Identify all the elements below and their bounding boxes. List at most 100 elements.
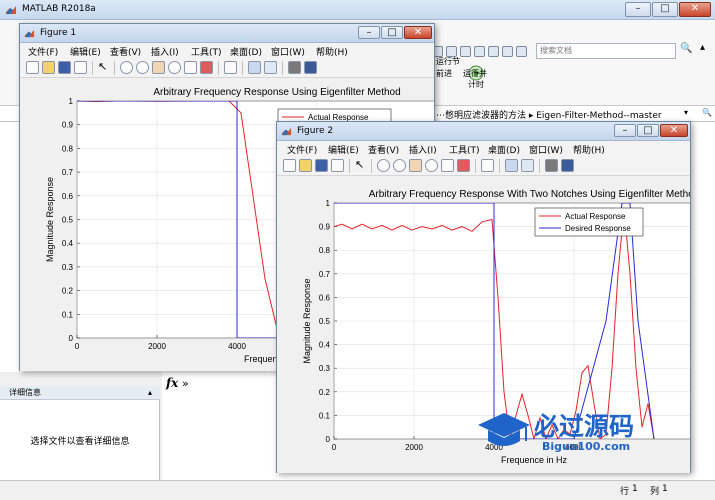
- show-plot-tools-icon[interactable]: [304, 61, 317, 74]
- figure-logo-icon: [24, 29, 35, 38]
- legend-label: Actual Response: [565, 212, 626, 221]
- row-label: 行: [620, 487, 630, 497]
- menu-insert[interactable]: 插入(I): [151, 45, 179, 58]
- brush-icon[interactable]: [457, 159, 470, 172]
- maximize-button[interactable]: □: [652, 2, 678, 17]
- toolbar-separator: [242, 61, 243, 75]
- matlab-titlebar[interactable]: MATLAB R2018a – □ ✕: [0, 0, 715, 20]
- close-button[interactable]: ✕: [679, 2, 711, 17]
- open-file-icon[interactable]: [42, 61, 55, 74]
- chart-title: Arbitrary Frequency Response Using Eigen…: [153, 87, 400, 98]
- pointer-icon[interactable]: ↖: [355, 159, 368, 172]
- fx-icon[interactable]: fx: [166, 376, 178, 390]
- zoom-out-icon[interactable]: [136, 61, 149, 74]
- figure-2-minimize-button[interactable]: –: [614, 124, 636, 137]
- menu-view[interactable]: 查看(V): [110, 45, 141, 58]
- y-tick-label: 0.5: [319, 317, 331, 326]
- menu-window[interactable]: 窗口(W): [271, 45, 305, 58]
- zoom-out-icon[interactable]: [393, 159, 406, 172]
- pan-icon[interactable]: [409, 159, 422, 172]
- new-figure-icon[interactable]: [26, 61, 39, 74]
- y-tick-label: 0.8: [62, 144, 74, 153]
- brush-icon[interactable]: [200, 61, 213, 74]
- path-dropdown-icon[interactable]: ▾: [684, 108, 688, 117]
- menu-edit[interactable]: 编辑(E): [328, 143, 359, 156]
- browse-folder-icon[interactable]: 🔍: [702, 108, 712, 117]
- data-cursor-icon[interactable]: [441, 159, 454, 172]
- save-figure-icon[interactable]: [315, 159, 328, 172]
- search-icon[interactable]: 🔍: [680, 43, 692, 54]
- graduation-cap-icon: [478, 413, 530, 446]
- rotate-3d-icon[interactable]: [168, 61, 181, 74]
- figure-2-maximize-button[interactable]: □: [637, 124, 659, 137]
- hide-plot-tools-icon[interactable]: [545, 159, 558, 172]
- y-tick-label: 0.2: [319, 388, 331, 397]
- colorbar-icon[interactable]: [505, 159, 518, 172]
- paste-icon[interactable]: [474, 46, 485, 57]
- menu-window[interactable]: 窗口(W): [529, 143, 563, 156]
- y-tick-label: 0.9: [62, 121, 74, 130]
- figure-2-titlebar[interactable]: Figure 2 – □ ✕: [277, 122, 690, 141]
- pointer-icon[interactable]: ↖: [98, 61, 111, 74]
- matlab-title: MATLAB R2018a: [22, 4, 96, 14]
- link-plot-icon[interactable]: [224, 61, 237, 74]
- open-file-icon[interactable]: [299, 159, 312, 172]
- redo-icon[interactable]: [502, 46, 513, 57]
- details-panel-header[interactable]: 详细信息 ▴: [0, 386, 160, 400]
- y-tick-label: 0.9: [319, 223, 331, 232]
- figure-1-minimize-button[interactable]: –: [358, 26, 380, 39]
- help-icon[interactable]: [516, 46, 527, 57]
- run-section-label[interactable]: 运行节: [436, 56, 460, 67]
- toolbar-separator: [371, 159, 372, 173]
- print-icon[interactable]: [331, 159, 344, 172]
- menu-file[interactable]: 文件(F): [287, 143, 317, 156]
- figure-1-maximize-button[interactable]: □: [381, 26, 403, 39]
- show-plot-tools-icon[interactable]: [561, 159, 574, 172]
- menu-file[interactable]: 文件(F): [28, 45, 58, 58]
- figure-2-close-button[interactable]: ✕: [660, 124, 688, 137]
- copy-icon[interactable]: [460, 46, 471, 57]
- rotate-3d-icon[interactable]: [425, 159, 438, 172]
- legend-icon[interactable]: [264, 61, 277, 74]
- y-tick-label: 0.4: [62, 239, 74, 248]
- legend-icon[interactable]: [521, 159, 534, 172]
- pan-icon[interactable]: [152, 61, 165, 74]
- advance-label[interactable]: 前进: [436, 68, 452, 79]
- run-and-time-label-2[interactable]: 计时: [468, 79, 484, 90]
- undo-icon[interactable]: [488, 46, 499, 57]
- data-cursor-icon[interactable]: [184, 61, 197, 74]
- menu-insert[interactable]: 插入(I): [409, 143, 437, 156]
- minimize-button[interactable]: –: [625, 2, 651, 17]
- menu-tools[interactable]: 工具(T): [191, 45, 222, 58]
- y-tick-label: 0.3: [62, 263, 74, 272]
- current-folder-path[interactable]: ⋯憋明应滤波器的方法 ▸ Eigen-Filter-Method--master: [436, 108, 662, 121]
- menu-help[interactable]: 帮助(H): [316, 45, 348, 58]
- save-figure-icon[interactable]: [58, 61, 71, 74]
- figure-2-menubar: 文件(F) 编辑(E) 查看(V) 插入(I) 工具(T) 桌面(D) 窗口(W…: [277, 141, 690, 156]
- hide-plot-tools-icon[interactable]: [288, 61, 301, 74]
- watermark: 必过源码 Biguo100.com: [476, 405, 676, 465]
- legend-label: Desired Response: [565, 224, 631, 233]
- menu-desktop[interactable]: 桌面(D): [230, 45, 262, 58]
- menu-help[interactable]: 帮助(H): [573, 143, 605, 156]
- menu-view[interactable]: 查看(V): [368, 143, 399, 156]
- watermark-url: Biguo100.com: [542, 440, 631, 453]
- menu-tools[interactable]: 工具(T): [449, 143, 480, 156]
- menu-edit[interactable]: 编辑(E): [70, 45, 101, 58]
- zoom-in-icon[interactable]: [120, 61, 133, 74]
- link-plot-icon[interactable]: [481, 159, 494, 172]
- y-tick-label: 1: [326, 199, 331, 208]
- print-icon[interactable]: [74, 61, 87, 74]
- figure-1-title: Figure 1: [40, 28, 77, 38]
- run-and-time-label[interactable]: 运行并: [463, 68, 487, 79]
- collapse-toolstrip-icon[interactable]: ▴: [700, 42, 705, 53]
- new-figure-icon[interactable]: [283, 159, 296, 172]
- colorbar-icon[interactable]: [248, 61, 261, 74]
- search-documentation-input[interactable]: 搜索文档: [536, 43, 676, 59]
- menu-desktop[interactable]: 桌面(D): [488, 143, 520, 156]
- figure-1-close-button[interactable]: ✕: [404, 26, 432, 39]
- figure-1-titlebar[interactable]: Figure 1 – □ ✕: [20, 24, 434, 43]
- y-tick-label: 0.6: [319, 293, 331, 302]
- details-toggle-icon[interactable]: ▴: [148, 386, 152, 399]
- zoom-in-icon[interactable]: [377, 159, 390, 172]
